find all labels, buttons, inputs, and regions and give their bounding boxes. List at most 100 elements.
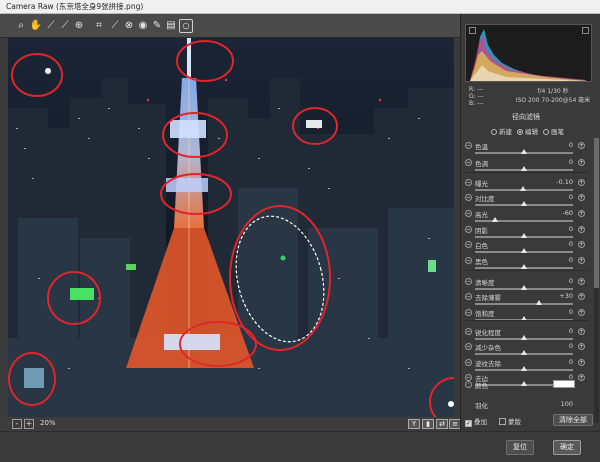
sharpness-plus-icon[interactable]: + [578,328,585,335]
exposure-value[interactable]: -0.10 [545,178,573,186]
slider-tint: − 色调 0 + [461,158,596,178]
zoom-out-button[interactable]: - [12,419,22,429]
reset-button[interactable]: 复位 [506,440,534,455]
blacks-minus-icon[interactable]: − [465,257,472,264]
graduated-filter-icon[interactable]: ▤ [164,19,178,33]
zoom-tool-icon[interactable]: ⌕ [14,19,28,33]
noise-reduction-plus-icon[interactable]: + [578,343,585,350]
noise-reduction-value[interactable]: 0 [545,342,573,350]
hand-tool-icon[interactable]: ✋ [29,19,43,33]
contrast-plus-icon[interactable]: + [578,194,585,201]
whites-plus-icon[interactable]: + [578,241,585,248]
crop-tool-icon[interactable]: ⌗ [92,19,106,33]
dehaze-thumb[interactable] [535,300,542,305]
highlights-minus-icon[interactable]: − [465,210,472,217]
dehaze-track[interactable] [475,303,573,305]
exposure-minus-icon[interactable]: − [465,179,472,186]
color-sampler-icon[interactable]: ⟋ [58,19,72,33]
color-swatch[interactable] [553,380,575,388]
mode-brush-label: 画笔 [551,128,564,136]
exposure-plus-icon[interactable]: + [578,179,585,186]
noise-reduction-minus-icon[interactable]: − [465,343,472,350]
blacks-value[interactable]: 0 [545,256,573,264]
whites-minus-icon[interactable]: − [465,241,472,248]
temperature-plus-icon[interactable]: + [578,142,585,149]
moire-reduction-value[interactable]: 0 [545,358,573,366]
radio-edit[interactable] [517,129,523,135]
clarity-minus-icon[interactable]: − [465,278,472,285]
tint-label: 色调 [475,160,488,168]
contrast-minus-icon[interactable]: − [465,194,472,201]
whites-value[interactable]: 0 [545,240,573,248]
saturation-minus-icon[interactable]: − [465,309,472,316]
temperature-thumb[interactable] [521,149,527,154]
feather-value[interactable]: 100 [545,400,573,408]
mode-edit[interactable]: 编辑 [517,126,538,136]
adjustment-brush-icon[interactable]: ✎ [150,19,164,33]
overlay-option[interactable]: ✓ 叠加 [465,416,487,427]
tint-thumb[interactable] [521,166,527,171]
view-toggle-y-button[interactable]: Y [408,419,420,429]
moire-reduction-plus-icon[interactable]: + [578,359,585,366]
sharpness-minus-icon[interactable]: − [465,328,472,335]
moire-reduction-minus-icon[interactable]: − [465,359,472,366]
dehaze-value[interactable]: +30 [545,292,573,300]
red-eye-icon[interactable]: ◉ [136,19,150,33]
mask-option[interactable]: 蒙版 [499,416,521,426]
temperature-value[interactable]: 0 [545,141,573,149]
tint-value[interactable]: 0 [545,158,573,166]
blacks-label: 黑色 [475,258,488,266]
shadows-value[interactable]: 0 [545,225,573,233]
shadows-minus-icon[interactable]: − [465,226,472,233]
shadows-label: 阴影 [475,227,488,235]
tint-minus-icon[interactable]: − [465,159,472,166]
contrast-thumb[interactable] [521,201,527,206]
exposure-thumb[interactable] [520,186,527,191]
clarity-value[interactable]: 0 [545,277,573,285]
dehaze-plus-icon[interactable]: + [578,293,585,300]
clarity-thumb[interactable] [521,285,527,290]
blacks-thumb[interactable] [521,264,527,269]
zoom-level[interactable]: 20% [40,419,56,427]
mode-new[interactable]: 新建 [491,126,512,136]
clarity-plus-icon[interactable]: + [578,278,585,285]
noise-reduction-thumb[interactable] [521,350,527,355]
white-balance-icon[interactable]: ⟋ [44,19,58,33]
contrast-value[interactable]: 0 [545,193,573,201]
moire-reduction-label: 波纹去除 [475,360,501,368]
dehaze-minus-icon[interactable]: − [465,293,472,300]
sharpness-thumb[interactable] [521,335,527,340]
radio-brush[interactable] [543,129,549,135]
saturation-value[interactable]: 0 [545,308,573,316]
shadows-plus-icon[interactable]: + [578,226,585,233]
sharpness-value[interactable]: 0 [545,327,573,335]
zoom-in-button[interactable]: + [24,419,34,429]
radio-new[interactable] [491,129,497,135]
moire-reduction-thumb[interactable] [521,366,527,371]
clarity-label: 清晰度 [475,279,495,287]
radial-filter-icon[interactable]: ○ [179,19,193,33]
temperature-minus-icon[interactable]: − [465,142,472,149]
panel-scrollbar[interactable] [594,138,599,423]
overlay-checkbox[interactable]: ✓ [465,420,472,427]
highlights-thumb[interactable] [491,217,498,222]
mode-brush[interactable]: 画笔 [543,126,564,136]
saturation-plus-icon[interactable]: + [578,309,585,316]
scrollbar-handle[interactable] [594,138,599,288]
highlights-plus-icon[interactable]: + [578,210,585,217]
tint-plus-icon[interactable]: + [578,159,585,166]
blacks-plus-icon[interactable]: + [578,257,585,264]
highlights-track[interactable] [475,220,573,222]
clear-all-button[interactable]: 清除全部 [553,414,593,426]
spot-removal-icon[interactable]: ⊗ [122,19,136,33]
straighten-icon[interactable]: ⟋ [108,19,122,33]
before-after-icon[interactable]: ▮ [422,419,434,429]
swap-view-icon[interactable]: ⇄ [436,419,448,429]
ok-button[interactable]: 确定 [553,440,581,455]
whites-thumb[interactable] [521,248,527,253]
target-adjust-icon[interactable]: ⊕ [72,19,86,33]
mask-checkbox[interactable] [499,418,506,425]
highlights-value[interactable]: -60 [545,209,573,217]
shadows-thumb[interactable] [521,233,527,238]
image-preview[interactable] [8,38,454,417]
